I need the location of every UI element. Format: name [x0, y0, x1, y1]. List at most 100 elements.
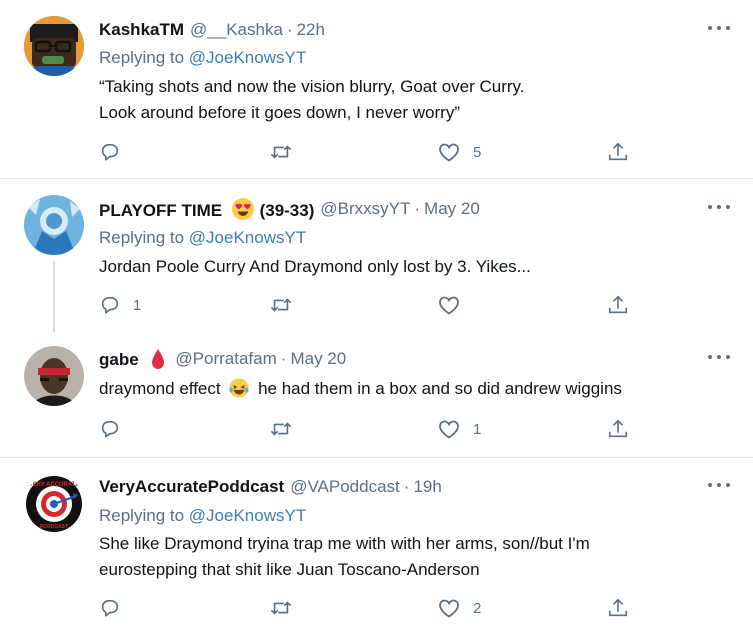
replying-to-label: Replying to: [99, 506, 185, 525]
display-name[interactable]: PLAYOFF TIME (39-33): [99, 197, 314, 221]
tweet-playoff-time[interactable]: PLAYOFF TIME (39-33) @BrxxsyYT · May 20: [0, 179, 753, 332]
display-name-text: PLAYOFF TIME: [99, 201, 223, 220]
tweet-text: Jordan Poole Curry And Draymond only los…: [99, 254, 531, 280]
reply-count: 1: [133, 296, 142, 314]
reply-button[interactable]: 1: [99, 293, 141, 317]
reply-button[interactable]: [99, 596, 121, 620]
display-name-text: gabe: [99, 350, 139, 369]
avatar-kashka-image: [24, 16, 84, 76]
share-button[interactable]: [607, 417, 629, 441]
tweet-text-line: Look around before it goes down, I never…: [99, 103, 460, 122]
separator-dot: ·: [403, 477, 410, 496]
timestamp[interactable]: May 20: [424, 199, 480, 219]
reply-button[interactable]: [99, 140, 121, 164]
tweet-text-line: “Taking shots and now the vision blurry,…: [99, 77, 525, 96]
share-button[interactable]: [607, 293, 629, 317]
reply-icon: [101, 421, 119, 438]
tweet-text: “Taking shots and now the vision blurry,…: [99, 74, 525, 126]
tweet-text-part: he had them in a box and so did andrew w…: [258, 379, 622, 398]
separator-dot: ·: [280, 349, 287, 368]
replying-to-label: Replying to: [99, 48, 185, 67]
retweet-icon: [270, 422, 292, 436]
like-count: 2: [473, 599, 482, 617]
replying-to-link[interactable]: @JoeKnowsYT: [189, 48, 306, 67]
retweet-icon: [270, 298, 292, 312]
share-button[interactable]: [607, 596, 629, 620]
reply-icon: [101, 600, 119, 617]
more-options-icon[interactable]: [708, 480, 730, 490]
avatar[interactable]: [24, 346, 84, 406]
timestamp[interactable]: 22h: [297, 20, 325, 40]
retweet-icon: [270, 145, 292, 159]
tweet-header: VeryAccuratePoddcast @VAPoddcast · 19h: [99, 475, 442, 499]
tweet-kashka[interactable]: KashkaTM @__Kashka · 22h Replying to @Jo…: [0, 0, 753, 178]
reply-button[interactable]: [99, 417, 121, 441]
user-handle[interactable]: @__Kashka: [190, 20, 283, 40]
heart-icon: [439, 420, 459, 439]
user-handle[interactable]: @Porratafam: [175, 349, 276, 369]
like-count: 5: [473, 143, 482, 161]
tweet-veryaccuratepoddcast[interactable]: VERY ACCURATE PODDCAST VeryAccuratePoddc…: [0, 458, 753, 628]
thread-line: [53, 261, 55, 332]
retweet-button[interactable]: [269, 140, 293, 164]
like-count: 1: [473, 420, 482, 438]
tweet-feed: KashkaTM @__Kashka · 22h Replying to @Jo…: [0, 0, 753, 628]
timestamp[interactable]: 19h: [413, 477, 441, 497]
tweet-text: draymond effect he had them in a box and…: [99, 376, 622, 402]
more-options-icon[interactable]: [708, 23, 730, 33]
avatar-poddcast-logo: VERY ACCURATE PODDCAST: [24, 474, 84, 534]
retweet-button[interactable]: [269, 293, 293, 317]
tweet-header: gabe @Porratafam · May 20: [99, 347, 346, 371]
share-icon: [608, 142, 628, 161]
replying-to-link[interactable]: @JoeKnowsYT: [189, 506, 306, 525]
replying-to-label: Replying to: [99, 228, 185, 247]
avatar[interactable]: [24, 16, 84, 76]
avatar-logo-bottom-text: PODDCAST: [40, 524, 68, 530]
separator-dot: ·: [286, 20, 293, 39]
display-name[interactable]: KashkaTM: [99, 20, 184, 40]
more-options-icon[interactable]: [708, 202, 730, 212]
share-icon: [608, 598, 628, 617]
replying-to: Replying to @JoeKnowsYT: [99, 506, 306, 526]
share-icon: [608, 295, 628, 314]
like-button[interactable]: 5: [437, 140, 481, 164]
tweet-text-line: She like Draymond tryina trap me with wi…: [99, 534, 590, 553]
tweet-gabe[interactable]: gabe @Porratafam · May 20 draymond effec…: [0, 333, 753, 457]
retweet-icon: [270, 601, 292, 615]
avatar[interactable]: [24, 195, 84, 255]
avatar-playoff-image: [24, 195, 84, 255]
avatar-logo-top-text: VERY ACCURATE: [29, 482, 80, 488]
tweet-text-part: draymond effect: [99, 379, 221, 398]
user-handle[interactable]: @VAPoddcast: [290, 477, 400, 497]
user-handle[interactable]: @BrxxsyYT: [320, 199, 410, 219]
heart-icon: [439, 143, 459, 162]
tweet-header: PLAYOFF TIME (39-33) @BrxxsyYT · May 20: [99, 197, 480, 221]
tweet-header: KashkaTM @__Kashka · 22h: [99, 18, 325, 42]
share-icon: [608, 419, 628, 438]
display-name[interactable]: VeryAccuratePoddcast: [99, 477, 284, 497]
share-button[interactable]: [607, 140, 629, 164]
tweet-text-line: Jordan Poole Curry And Draymond only los…: [99, 257, 531, 276]
separator-dot: ·: [414, 199, 421, 218]
like-button[interactable]: 1: [437, 417, 481, 441]
retweet-button[interactable]: [269, 596, 293, 620]
timestamp[interactable]: May 20: [290, 349, 346, 369]
heart-eyes-emoji: [231, 197, 255, 221]
replying-to: Replying to @JoeKnowsYT: [99, 228, 306, 248]
display-name[interactable]: gabe: [99, 348, 165, 370]
like-button[interactable]: 2: [437, 596, 481, 620]
heart-icon: [439, 599, 459, 618]
more-options-icon[interactable]: [708, 352, 730, 362]
crying-laughing-emoji: [228, 376, 250, 402]
retweet-button[interactable]: [269, 417, 293, 441]
replying-to: Replying to @JoeKnowsYT: [99, 48, 306, 68]
tweet-text-line: eurostepping that shit like Juan Toscano…: [99, 560, 480, 579]
tweet-text: She like Draymond tryina trap me with wi…: [99, 531, 590, 583]
avatar-gabe-image: [24, 346, 84, 406]
reply-icon: [101, 144, 119, 161]
like-button[interactable]: [437, 293, 461, 317]
replying-to-link[interactable]: @JoeKnowsYT: [189, 228, 306, 247]
display-name-suffix: (39-33): [259, 201, 315, 220]
avatar[interactable]: VERY ACCURATE PODDCAST: [24, 474, 84, 534]
heart-icon: [439, 296, 459, 315]
